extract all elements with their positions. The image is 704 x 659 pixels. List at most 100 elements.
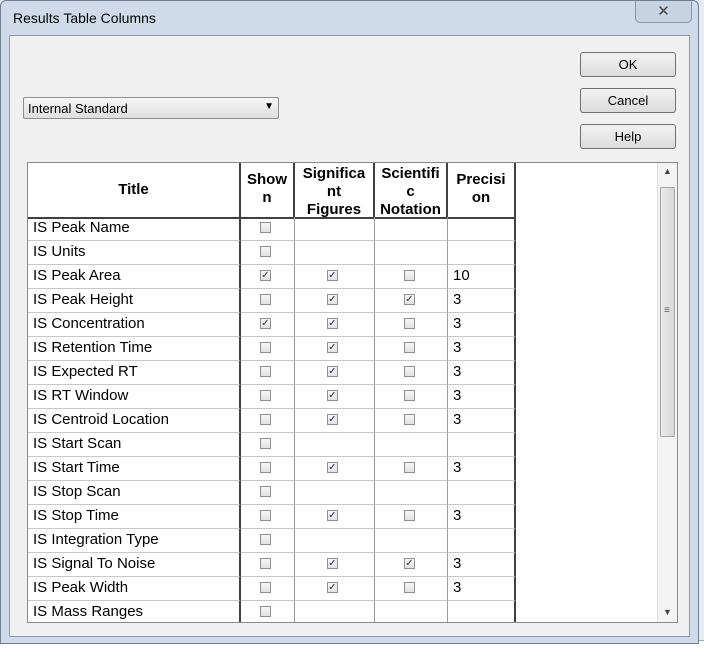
precision-value[interactable]: 10 — [453, 267, 470, 284]
precision-value[interactable]: 3 — [453, 459, 461, 476]
sig-checkbox[interactable]: ✓ — [327, 294, 338, 305]
shown-checkbox[interactable] — [260, 390, 271, 401]
check-icon: ✓ — [328, 366, 337, 377]
sig-cell — [295, 241, 375, 265]
column-group-dropdown[interactable]: Internal Standard ▼ — [23, 97, 279, 119]
vertical-scrollbar[interactable]: ▲ ≡ ▼ — [657, 163, 677, 622]
table-row: IS Centroid Location ✓ 3 — [28, 409, 516, 433]
sci-checkbox[interactable]: ✓ — [404, 558, 415, 569]
table-row: IS Start Scan — [28, 433, 516, 457]
sci-cell — [375, 217, 448, 241]
sig-checkbox[interactable]: ✓ — [327, 366, 338, 377]
dialog-title: Results Table Columns — [13, 10, 156, 26]
sig-checkbox[interactable]: ✓ — [327, 414, 338, 425]
sci-checkbox[interactable] — [404, 510, 415, 521]
check-icon: ✓ — [328, 558, 337, 569]
row-title: IS Expected RT — [33, 363, 138, 380]
sci-checkbox[interactable] — [404, 342, 415, 353]
sci-checkbox[interactable] — [404, 318, 415, 329]
sci-checkbox[interactable] — [404, 582, 415, 593]
sig-checkbox[interactable]: ✓ — [327, 342, 338, 353]
sig-cell: ✓ — [295, 361, 375, 385]
shown-checkbox[interactable] — [260, 414, 271, 425]
sci-cell — [375, 577, 448, 601]
header-title: Title — [28, 163, 241, 219]
sig-checkbox[interactable]: ✓ — [327, 390, 338, 401]
precision-value[interactable]: 3 — [453, 411, 461, 428]
sci-cell: ✓ — [375, 289, 448, 313]
dropdown-value: Internal Standard — [28, 101, 128, 116]
precision-cell — [448, 601, 516, 622]
header-line: Scientifi — [381, 165, 440, 182]
check-icon: ✓ — [328, 318, 337, 329]
help-button[interactable]: Help — [580, 124, 676, 149]
header-line: c — [406, 183, 415, 200]
sci-checkbox[interactable] — [404, 270, 415, 281]
precision-value[interactable]: 3 — [453, 507, 461, 524]
sci-cell — [375, 313, 448, 337]
shown-checkbox[interactable] — [260, 246, 271, 257]
table-row: IS Signal To Noise ✓ ✓ 3 — [28, 553, 516, 577]
precision-value[interactable]: 3 — [453, 579, 461, 596]
header-precision: Precisi on — [448, 163, 516, 219]
sig-cell: ✓ — [295, 577, 375, 601]
shown-checkbox[interactable] — [260, 582, 271, 593]
shown-checkbox[interactable] — [260, 222, 271, 233]
precision-cell — [448, 433, 516, 457]
precision-value[interactable]: 3 — [453, 291, 461, 308]
sci-checkbox[interactable] — [404, 390, 415, 401]
scroll-down-icon[interactable]: ▼ — [663, 607, 672, 617]
row-title: IS Peak Area — [33, 267, 121, 284]
sig-cell: ✓ — [295, 457, 375, 481]
ok-button[interactable]: OK — [580, 52, 676, 77]
shown-checkbox[interactable]: ✓ — [260, 270, 271, 281]
check-icon: ✓ — [328, 294, 337, 305]
precision-value[interactable]: 3 — [453, 339, 461, 356]
precision-value[interactable]: 3 — [453, 555, 461, 572]
table-row: IS Stop Time ✓ 3 — [28, 505, 516, 529]
header-line: Title — [118, 181, 149, 198]
shown-checkbox[interactable]: ✓ — [260, 318, 271, 329]
shown-checkbox[interactable] — [260, 366, 271, 377]
shown-checkbox[interactable] — [260, 510, 271, 521]
sci-cell — [375, 601, 448, 622]
shown-cell — [241, 481, 295, 505]
sig-checkbox[interactable]: ✓ — [327, 510, 338, 521]
check-icon: ✓ — [328, 510, 337, 521]
precision-value[interactable]: 3 — [453, 387, 461, 404]
precision-value[interactable]: 3 — [453, 363, 461, 380]
shown-checkbox[interactable] — [260, 486, 271, 497]
sig-cell: ✓ — [295, 553, 375, 577]
sig-checkbox[interactable]: ✓ — [327, 462, 338, 473]
precision-value[interactable]: 3 — [453, 315, 461, 332]
precision-cell: 3 — [448, 505, 516, 529]
row-title-cell: IS Signal To Noise — [28, 553, 241, 577]
sig-checkbox[interactable]: ✓ — [327, 318, 338, 329]
row-title-cell: IS RT Window — [28, 385, 241, 409]
close-button[interactable]: ✕ — [635, 1, 692, 23]
precision-cell: 3 — [448, 457, 516, 481]
shown-checkbox[interactable] — [260, 534, 271, 545]
sig-checkbox[interactable]: ✓ — [327, 270, 338, 281]
sci-checkbox[interactable] — [404, 462, 415, 473]
scrollbar-thumb[interactable]: ≡ — [660, 187, 675, 437]
sci-checkbox[interactable] — [404, 366, 415, 377]
sig-cell: ✓ — [295, 337, 375, 361]
sci-checkbox[interactable] — [404, 414, 415, 425]
cancel-button[interactable]: Cancel — [580, 88, 676, 113]
shown-checkbox[interactable] — [260, 462, 271, 473]
check-icon: ✓ — [328, 390, 337, 401]
shown-cell — [241, 361, 295, 385]
shown-checkbox[interactable] — [260, 438, 271, 449]
shown-checkbox[interactable] — [260, 294, 271, 305]
sig-checkbox[interactable]: ✓ — [327, 582, 338, 593]
shown-cell — [241, 385, 295, 409]
shown-checkbox[interactable] — [260, 558, 271, 569]
sig-checkbox[interactable]: ✓ — [327, 558, 338, 569]
row-title-cell: IS Peak Height — [28, 289, 241, 313]
sci-checkbox[interactable]: ✓ — [404, 294, 415, 305]
scroll-up-icon[interactable]: ▲ — [663, 166, 672, 176]
shown-checkbox[interactable] — [260, 606, 271, 617]
shown-checkbox[interactable] — [260, 342, 271, 353]
precision-cell: 3 — [448, 361, 516, 385]
